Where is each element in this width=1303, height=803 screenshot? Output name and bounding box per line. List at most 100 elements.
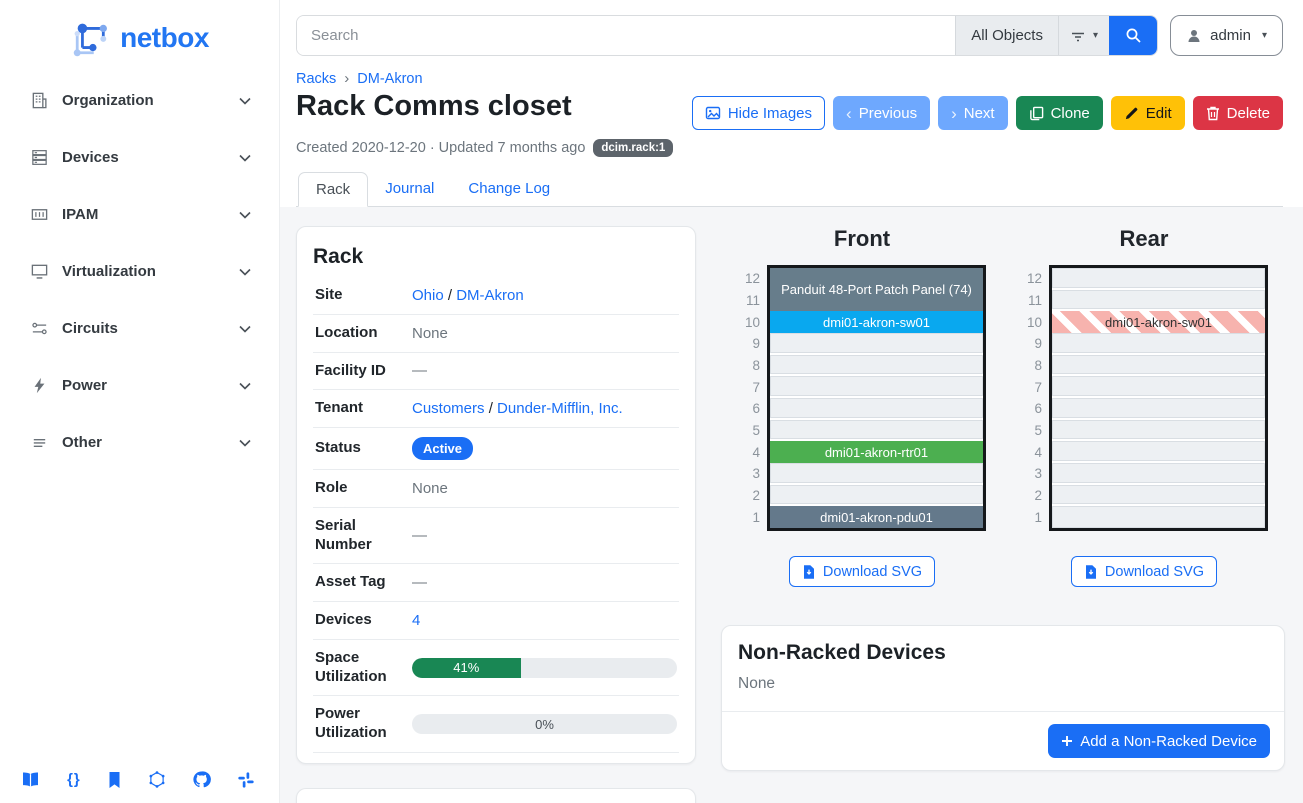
unit-number: 11 bbox=[1020, 290, 1042, 312]
rack-device-dmi01-akron-sw01[interactable]: dmi01-akron-sw01 bbox=[1052, 311, 1265, 333]
table-row-power-utilization: Power Utilization 0% bbox=[313, 696, 679, 753]
download-svg-button[interactable]: Download SVG bbox=[789, 556, 935, 587]
next-button[interactable]: › Next bbox=[938, 96, 1008, 130]
rack-unit-slot[interactable] bbox=[1052, 376, 1265, 398]
netbox-logo[interactable]: netbox bbox=[0, 10, 279, 72]
delete-button[interactable]: Delete bbox=[1193, 96, 1283, 130]
rack-unit-slot[interactable] bbox=[1052, 290, 1265, 312]
rack-unit-slot[interactable] bbox=[1052, 420, 1265, 442]
field-label: Site bbox=[315, 286, 410, 305]
netbox-logo-icon bbox=[70, 18, 114, 58]
rack-body: Panduit 48-Port Patch Panel (74)dmi01-ak… bbox=[767, 265, 986, 531]
rack-unit-slot[interactable] bbox=[1052, 268, 1265, 290]
netbox-wordmark: netbox bbox=[120, 22, 209, 54]
breadcrumb-link-racks[interactable]: Racks bbox=[296, 71, 336, 87]
chevron-down-icon bbox=[235, 433, 255, 453]
graphql-icon[interactable] bbox=[148, 770, 166, 789]
search-icon bbox=[1125, 27, 1142, 44]
devices-count-link[interactable]: 4 bbox=[412, 612, 420, 629]
rack-unit-slot[interactable] bbox=[770, 333, 983, 355]
chevron-down-icon bbox=[235, 262, 255, 282]
field-label: Devices bbox=[315, 611, 410, 630]
sidebar-item-circuits[interactable]: Circuits bbox=[0, 300, 279, 357]
rack-unit-slot[interactable] bbox=[770, 485, 983, 507]
edit-button[interactable]: Edit bbox=[1111, 96, 1185, 130]
rack-device-dmi01-akron-pdu01[interactable]: dmi01-akron-pdu01 bbox=[770, 506, 983, 528]
rack-unit-slot[interactable] bbox=[1052, 355, 1265, 377]
rack-unit-slot[interactable] bbox=[770, 398, 983, 420]
link-dunder-mifflin-inc[interactable]: Dunder-Mifflin, Inc. bbox=[497, 400, 623, 417]
previous-button[interactable]: ‹ Previous bbox=[833, 96, 930, 130]
caret-down-icon: ▾ bbox=[1262, 30, 1267, 41]
rack-unit-slot[interactable] bbox=[770, 420, 983, 442]
book-icon[interactable] bbox=[20, 771, 41, 789]
sidebar-item-other[interactable]: Other bbox=[0, 414, 279, 471]
unit-number: 12 bbox=[1020, 268, 1042, 290]
image-icon bbox=[705, 105, 721, 121]
rack-device-panduit-48-port-patch-panel-74[interactable]: Panduit 48-Port Patch Panel (74) bbox=[770, 268, 983, 311]
link-ohio[interactable]: Ohio bbox=[412, 287, 444, 304]
tab-journal[interactable]: Journal bbox=[368, 172, 451, 207]
rack-device-dmi01-akron-rtr01[interactable]: dmi01-akron-rtr01 bbox=[770, 441, 983, 463]
tab-change-log[interactable]: Change Log bbox=[451, 172, 567, 207]
add-non-racked-device-button[interactable]: Add a Non-Racked Device bbox=[1048, 724, 1270, 758]
sidebar-item-power[interactable]: Power bbox=[0, 357, 279, 414]
rack-unit-slot[interactable] bbox=[1052, 506, 1265, 528]
clone-button[interactable]: Clone bbox=[1016, 96, 1103, 130]
unit-number: 6 bbox=[1020, 398, 1042, 420]
rack-details-panel: Rack Site Ohio / DM-Akron Location None … bbox=[296, 226, 696, 764]
object-id-badge: dcim.rack:1 bbox=[593, 139, 673, 157]
rack-device-dmi01-akron-sw01[interactable]: dmi01-akron-sw01 bbox=[770, 311, 983, 333]
download-svg-button[interactable]: Download SVG bbox=[1071, 556, 1217, 587]
user-menu-button[interactable]: admin ▾ bbox=[1170, 15, 1283, 56]
braces-icon[interactable]: {} bbox=[67, 771, 81, 788]
rack-unit-slot[interactable] bbox=[1052, 463, 1265, 485]
sidebar-item-ipam[interactable]: IPAM bbox=[0, 186, 279, 243]
link-customers[interactable]: Customers bbox=[412, 400, 485, 417]
breadcrumb-link-site[interactable]: DM-Akron bbox=[357, 71, 422, 87]
unit-number: 5 bbox=[1020, 420, 1042, 442]
github-icon[interactable] bbox=[192, 770, 211, 789]
object-type-selector[interactable]: All Objects bbox=[955, 16, 1058, 55]
sidebar-item-virtualization[interactable]: Virtualization bbox=[0, 243, 279, 300]
sidebar-item-devices[interactable]: Devices bbox=[0, 129, 279, 186]
trash-icon bbox=[1206, 106, 1220, 121]
unit-numbers-column: 121110987654321 bbox=[1020, 268, 1042, 528]
link-dm-akron[interactable]: DM-Akron bbox=[456, 287, 524, 304]
breadcrumb: Racks › DM-Akron bbox=[296, 70, 1283, 87]
pencil-icon bbox=[1124, 106, 1139, 121]
field-label: Role bbox=[315, 479, 410, 498]
rack-unit-slot[interactable] bbox=[770, 463, 983, 485]
copy-icon bbox=[1029, 106, 1044, 121]
unit-number: 3 bbox=[738, 463, 760, 485]
elevation-front: Front 121110987654321 Panduit 48-Port Pa… bbox=[721, 226, 1003, 587]
rack-unit-slot[interactable] bbox=[1052, 485, 1265, 507]
page-header: All Objects ▾ bbox=[280, 0, 1303, 207]
rack-unit-slot[interactable] bbox=[1052, 398, 1265, 420]
lightning-icon bbox=[30, 376, 52, 395]
search-filter-button[interactable]: ▾ bbox=[1058, 16, 1109, 55]
rack-unit-slot[interactable] bbox=[770, 355, 983, 377]
field-label: Status bbox=[315, 439, 410, 458]
sidebar-item-organization[interactable]: Organization bbox=[0, 72, 279, 129]
hide-images-button[interactable]: Hide Images bbox=[692, 96, 825, 130]
elevation-rear: Rear 121110987654321 dmi01-akron-sw01 Do… bbox=[1003, 226, 1285, 587]
unit-number: 2 bbox=[738, 485, 760, 507]
table-row-asset-tag: Asset Tag — bbox=[313, 564, 679, 602]
table-row-status: Status Active bbox=[313, 428, 679, 470]
unit-number: 2 bbox=[1020, 485, 1042, 507]
search-button[interactable] bbox=[1109, 16, 1157, 55]
rack-unit-slot[interactable] bbox=[770, 376, 983, 398]
bookmark-icon[interactable] bbox=[107, 771, 122, 789]
rack-body: dmi01-akron-sw01 bbox=[1049, 265, 1268, 531]
plus-icon bbox=[1061, 735, 1073, 747]
chevron-right-icon: › bbox=[951, 105, 957, 122]
rack-unit-slot[interactable] bbox=[1052, 333, 1265, 355]
unit-number: 9 bbox=[738, 333, 760, 355]
unit-number: 7 bbox=[1020, 376, 1042, 398]
slack-icon[interactable] bbox=[237, 771, 255, 789]
main-area: All Objects ▾ bbox=[280, 0, 1303, 803]
search-input[interactable] bbox=[297, 16, 955, 55]
tab-rack[interactable]: Rack bbox=[298, 172, 368, 207]
rack-unit-slot[interactable] bbox=[1052, 441, 1265, 463]
